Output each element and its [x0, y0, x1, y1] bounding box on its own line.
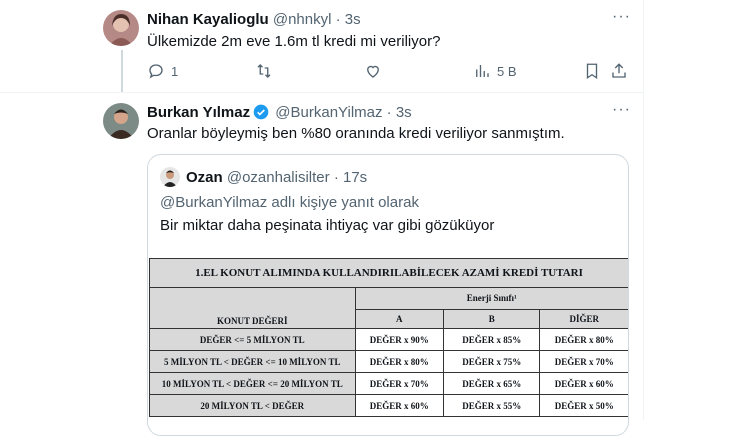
avatar-ozan[interactable]	[160, 167, 180, 187]
views-count: 5 B	[497, 63, 517, 79]
table-row: 5 MİLYON TL < DEĞER <= 10 MİLYON TL DEĞE…	[149, 350, 628, 373]
table-title: 1.EL KONUT ALIMINDA KULLANDIRILABİLECEK …	[149, 258, 628, 288]
quoted-text: Bir miktar daha peşinata ihtiyaç var gib…	[160, 217, 495, 234]
more-options-icon[interactable]: ···	[612, 101, 631, 119]
analytics-icon	[476, 65, 489, 77]
tweet-divider	[0, 92, 643, 93]
row-label: 10 MİLYON TL < DEĞER <= 20 MİLYON TL	[149, 372, 356, 395]
cell-value: DEĞER x 50%	[539, 394, 628, 417]
more-options-icon[interactable]: ···	[612, 8, 631, 26]
cell-value: DEĞER x 70%	[539, 350, 628, 373]
views-button[interactable]: 5 B	[473, 62, 517, 80]
tweet-time[interactable]: · 3s	[336, 11, 361, 28]
row-label: 5 MİLYON TL < DEĞER <= 10 MİLYON TL	[149, 350, 356, 373]
retweet-button[interactable]	[255, 62, 273, 80]
credit-table-image[interactable]: 1.EL KONUT ALIMINDA KULLANDIRILABİLECEK …	[149, 258, 628, 417]
tweet-text: Ülkemizde 2m eve 1.6m tl kredi mi verili…	[147, 33, 441, 50]
column-header-konut: KONUT DEĞERİ	[149, 287, 356, 329]
cell-value: DEĞER x 85%	[443, 328, 541, 351]
author-handle[interactable]: @ozanhalisilter	[227, 169, 330, 186]
column-header-b: B	[443, 308, 541, 330]
reply-context[interactable]: @BurkanYilmaz adlı kişiye yanıt olarak	[160, 194, 419, 211]
author-handle[interactable]: @BurkanYilmaz	[275, 104, 382, 121]
reply-icon	[149, 64, 163, 79]
cell-value: DEĞER x 65%	[443, 372, 541, 395]
cell-value: DEĞER x 80%	[539, 328, 628, 351]
table-row: 10 MİLYON TL < DEĞER <= 20 MİLYON TL DEĞ…	[149, 372, 628, 395]
like-button[interactable]	[364, 62, 382, 80]
bookmark-button[interactable]	[583, 62, 601, 80]
tweet-time[interactable]: · 3s	[387, 104, 412, 121]
author-handle[interactable]: @nhnkyl	[273, 11, 332, 28]
tweet-time[interactable]: · 17s	[334, 169, 367, 186]
share-button[interactable]	[610, 62, 628, 80]
cell-value: DEĞER x 60%	[354, 394, 445, 417]
timeline-border	[643, 0, 644, 420]
row-label: DEĞER <= 5 MİLYON TL	[149, 328, 356, 351]
tweet-text: Oranlar böyleymiş ben %80 oranında kredi…	[147, 125, 565, 142]
heart-icon	[367, 65, 379, 78]
thread-line	[121, 50, 123, 92]
table-row: 20 MİLYON TL < DEĞER DEĞER x 60% DEĞER x…	[149, 394, 628, 417]
table-row: DEĞER <= 5 MİLYON TL DEĞER x 90% DEĞER x…	[149, 328, 628, 351]
cell-value: DEĞER x 60%	[539, 372, 628, 395]
column-header-diger: DİĞER	[539, 308, 628, 330]
quoted-tweet[interactable]: Ozan @ozanhalisilter · 17s @BurkanYilmaz…	[147, 154, 629, 436]
avatar-nihan[interactable]	[103, 10, 139, 46]
verified-badge-icon	[253, 104, 269, 124]
avatar-burkan[interactable]	[103, 103, 139, 139]
author-name[interactable]: Nihan Kayalioglu	[147, 11, 269, 28]
reply-count: 1	[171, 63, 179, 79]
author-name[interactable]: Ozan	[186, 169, 223, 186]
author-name[interactable]: Burkan Yılmaz	[147, 104, 250, 121]
row-label: 20 MİLYON TL < DEĞER	[149, 394, 356, 417]
cell-value: DEĞER x 55%	[443, 394, 541, 417]
retweet-icon	[257, 64, 271, 78]
cell-value: DEĞER x 80%	[354, 350, 445, 373]
reply-button[interactable]: 1	[147, 62, 178, 80]
share-icon	[612, 63, 626, 78]
cell-value: DEĞER x 70%	[354, 372, 445, 395]
cell-value: DEĞER x 90%	[354, 328, 445, 351]
bookmark-icon	[586, 63, 598, 80]
energy-class-header: Enerji Sınıfı¹	[354, 287, 628, 310]
column-header-a: A	[354, 308, 445, 330]
cell-value: DEĞER x 75%	[443, 350, 541, 373]
